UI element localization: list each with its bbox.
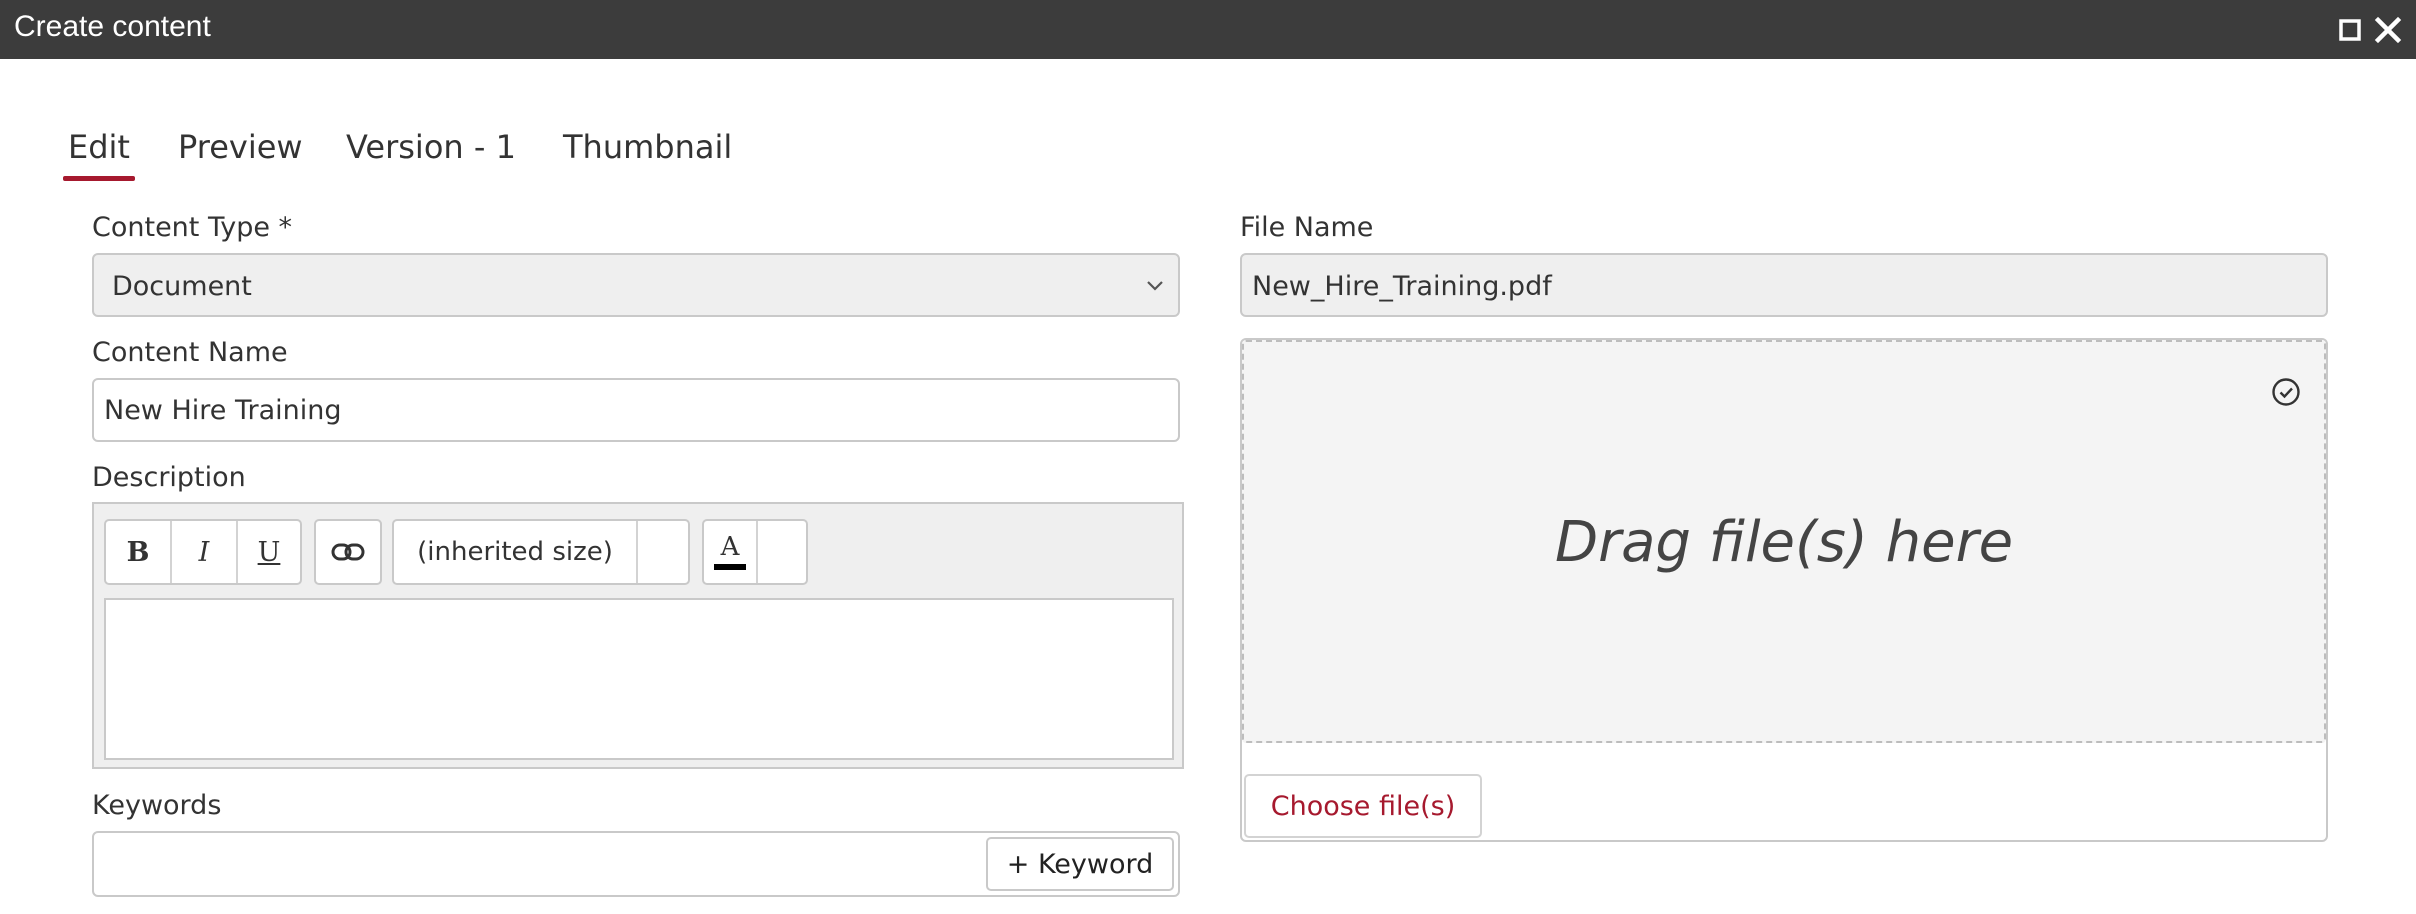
format-button-group: B I U — [104, 519, 302, 585]
font-color-button[interactable]: A — [704, 521, 758, 583]
keywords-label: Keywords — [92, 790, 222, 821]
content-type-label: Content Type * — [92, 212, 293, 243]
check-circle-icon — [2272, 378, 2300, 406]
choose-files-button[interactable]: Choose file(s) — [1244, 774, 1482, 838]
keywords-field[interactable]: + Keyword — [92, 831, 1180, 897]
maximize-icon[interactable] — [2333, 13, 2367, 47]
content-type-select[interactable]: Document — [92, 253, 1180, 317]
window-title: Create content — [14, 10, 211, 43]
italic-button[interactable]: I — [172, 521, 238, 583]
close-icon[interactable] — [2371, 13, 2405, 47]
link-button-group — [314, 519, 382, 585]
content-type-value: Document — [112, 271, 252, 302]
tab-thumbnail[interactable]: Thumbnail — [563, 128, 732, 166]
font-color-group: A — [702, 519, 808, 585]
file-name-field: New_Hire_Training.pdf — [1240, 253, 2328, 317]
file-name-label: File Name — [1240, 212, 1374, 243]
font-color-swatch — [714, 564, 746, 570]
tab-version[interactable]: Version - 1 — [346, 128, 516, 166]
description-editor: B I U (inherited size) A — [92, 502, 1184, 769]
font-size-dropdown-button[interactable] — [638, 521, 688, 583]
content-name-input[interactable] — [92, 378, 1180, 442]
file-upload-panel: Drag file(s) here Choose file(s) — [1240, 338, 2328, 842]
link-icon — [331, 543, 365, 561]
bold-button[interactable]: B — [106, 521, 172, 583]
file-dropzone[interactable]: Drag file(s) here — [1242, 340, 2326, 743]
description-label: Description — [92, 462, 246, 493]
font-size-group: (inherited size) — [392, 519, 690, 585]
file-name-value: New_Hire_Training.pdf — [1252, 271, 1552, 302]
description-text-area[interactable] — [104, 598, 1174, 760]
tab-edit[interactable]: Edit — [63, 128, 135, 181]
add-keyword-button[interactable]: + Keyword — [986, 837, 1174, 891]
tab-preview[interactable]: Preview — [178, 128, 303, 166]
font-size-select[interactable]: (inherited size) — [394, 521, 638, 583]
link-button[interactable] — [316, 521, 380, 583]
font-color-glyph: A — [720, 532, 740, 562]
chevron-down-icon — [1147, 281, 1163, 291]
window-titlebar: Create content — [0, 0, 2416, 59]
content-name-label: Content Name — [92, 337, 288, 368]
font-color-dropdown-button[interactable] — [758, 521, 806, 583]
underline-button[interactable]: U — [238, 521, 300, 583]
dropzone-text: Drag file(s) here — [1554, 510, 2014, 575]
